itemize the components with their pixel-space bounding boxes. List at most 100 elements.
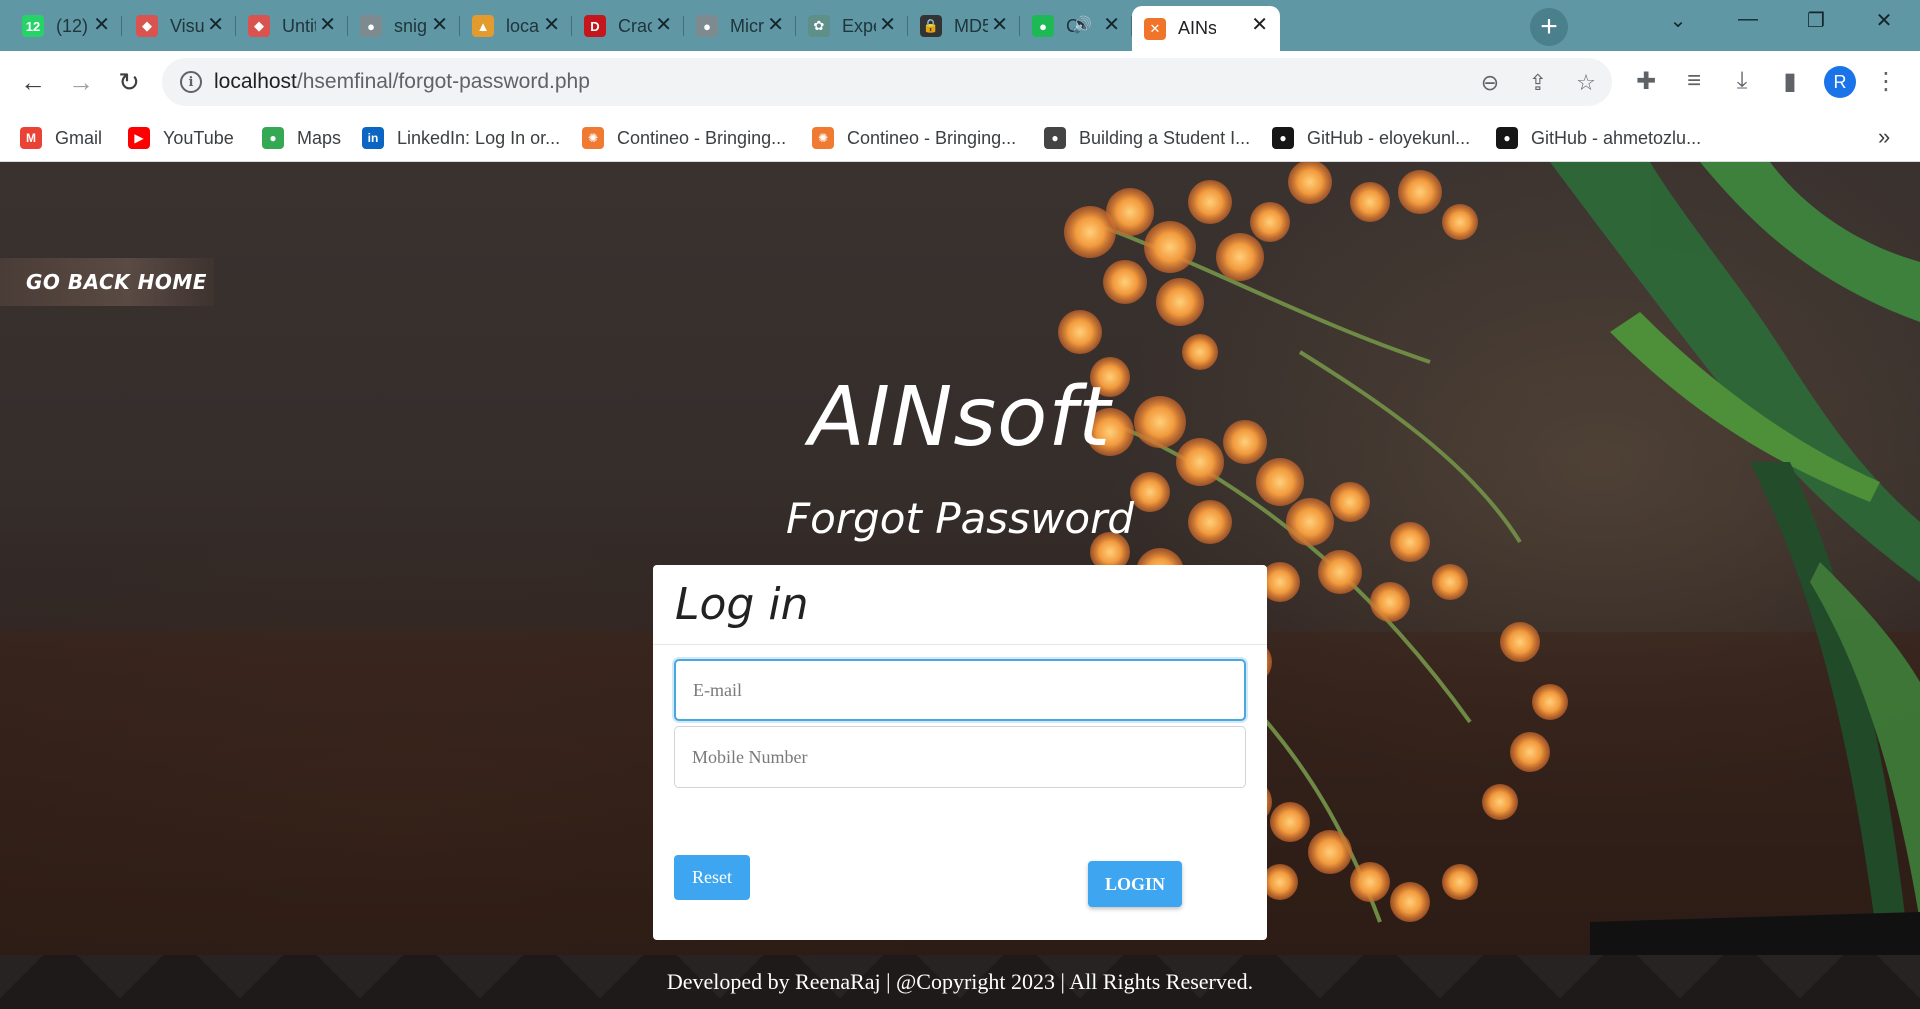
brand-title: AINsoft xyxy=(808,370,1112,465)
profile-avatar[interactable]: R xyxy=(1824,66,1856,98)
browser-tab[interactable]: ● C 🔊 ✕ xyxy=(1020,6,1132,46)
browser-tab[interactable]: ● Micro✕ xyxy=(684,6,796,46)
linkedin-icon: in xyxy=(362,127,384,149)
side-panel-icon[interactable]: ▮ xyxy=(1774,67,1806,96)
contineo-icon: ✺ xyxy=(812,127,834,149)
globe-icon: ● xyxy=(1044,127,1066,149)
bookmark-label: Contineo - Bringing... xyxy=(847,127,1017,148)
close-tab-icon[interactable]: ✕ xyxy=(1103,14,1120,36)
tab-search-icon[interactable]: ⌄ xyxy=(1658,8,1698,33)
address-bar[interactable]: i localhost/hsemfinal/forgot-password.ph… xyxy=(162,58,1612,106)
share-icon[interactable]: ⇪ xyxy=(1524,70,1552,96)
close-tab-icon[interactable]: ✕ xyxy=(1251,14,1268,36)
browser-toolbar: ← → ↻ i localhost/hsemfinal/forgot-passw… xyxy=(0,51,1920,114)
speaker-icon[interactable]: 🔊 xyxy=(1072,15,1092,35)
page-content: GO BACK HOME AINsoft Forgot Password Log… xyxy=(0,162,1920,1009)
browser-tab[interactable]: ◆ Untitl✕ xyxy=(236,6,348,46)
bookmark-label: Maps xyxy=(297,127,342,148)
tab-title: Micro xyxy=(730,15,764,36)
bookmark-item[interactable]: ● GitHub - ahmetozlu... xyxy=(1496,124,1701,152)
browser-tab[interactable]: 12 (12) W✕ xyxy=(10,6,122,46)
bookmark-item[interactable]: M Gmail xyxy=(20,124,102,152)
bookmark-item[interactable]: ● Building a Student I... xyxy=(1044,124,1250,152)
zoom-icon[interactable]: ⊖ xyxy=(1476,70,1504,96)
whatsapp-icon: 12 xyxy=(22,15,44,37)
browser-tab[interactable]: ✿ Exper✕ xyxy=(796,6,908,46)
close-tab-icon[interactable]: ✕ xyxy=(879,14,896,36)
close-tab-icon[interactable]: ✕ xyxy=(93,14,110,36)
close-tab-icon[interactable]: ✕ xyxy=(767,14,784,36)
bookmark-label: GitHub - ahmetozlu... xyxy=(1531,127,1702,148)
globe-icon: ● xyxy=(696,15,718,37)
browser-tab[interactable]: ◆ Visual✕ xyxy=(124,6,236,46)
restore-icon[interactable]: ❐ xyxy=(1796,8,1836,33)
tab-title: Visual xyxy=(170,15,204,36)
browser-tab[interactable]: D Crack✕ xyxy=(572,6,684,46)
minimize-icon[interactable]: — xyxy=(1728,8,1768,31)
login-button[interactable]: LOGIN xyxy=(1088,861,1182,907)
url-text[interactable]: localhost/hsemfinal/forgot-password.php xyxy=(214,70,590,94)
gmail-icon: M xyxy=(20,127,42,149)
bookmark-label: LinkedIn: Log In or... xyxy=(397,127,561,148)
back-arrow-icon[interactable]: ← xyxy=(16,65,50,99)
phpmyadmin-icon: ▲ xyxy=(472,15,494,37)
xampp-icon: ✕ xyxy=(1144,17,1166,40)
diamond-icon: ◆ xyxy=(248,15,270,37)
bookmark-item[interactable]: ✺ Contineo - Bringing... xyxy=(812,124,1016,152)
tab-title: AINsof xyxy=(1178,18,1216,38)
url-host: localhost xyxy=(214,70,297,93)
spotify-icon: ● xyxy=(1032,15,1054,37)
tab-title: MD5 xyxy=(954,15,988,36)
download-icon[interactable]: ⤓ xyxy=(1726,67,1758,95)
d-icon: D xyxy=(584,15,606,37)
tab-title: localh xyxy=(506,15,540,36)
browser-tab[interactable]: ▲ localh✕ xyxy=(460,6,572,46)
bookmark-item[interactable]: ● Maps xyxy=(262,124,341,152)
diamond-icon: ◆ xyxy=(136,15,158,37)
bookmark-label: Contineo - Bringing... xyxy=(617,127,787,148)
bookmark-item[interactable]: ▶ YouTube xyxy=(128,124,234,152)
tab-title: Exper xyxy=(842,15,876,36)
more-bookmarks-icon[interactable]: » xyxy=(1878,124,1890,150)
bookmark-item[interactable]: ● GitHub - eloyekunl... xyxy=(1272,124,1470,152)
bookmark-label: YouTube xyxy=(163,127,234,148)
browser-tab[interactable]: 🔒 MD5 ✕ xyxy=(908,6,1020,46)
mobile-number-field[interactable] xyxy=(674,726,1246,788)
menu-kebab-icon[interactable]: ⋮ xyxy=(1870,67,1902,96)
openai-icon: ✿ xyxy=(808,15,830,37)
forward-arrow-icon[interactable]: → xyxy=(64,65,98,99)
footer-credit: Developed by ReenaRaj | @Copyright 2023 … xyxy=(0,955,1920,1009)
close-tab-icon[interactable]: ✕ xyxy=(991,14,1008,36)
new-tab-button[interactable]: + xyxy=(1530,8,1568,46)
reset-button[interactable]: Reset xyxy=(674,855,750,900)
bookmark-star-icon[interactable]: ☆ xyxy=(1572,70,1600,96)
github-icon: ● xyxy=(1496,127,1518,149)
close-tab-icon[interactable]: ✕ xyxy=(431,14,448,36)
bookmarks-bar: M Gmail ▶ YouTube ● Maps in LinkedIn: Log In or… xyxy=(0,114,1920,162)
contineo-icon: ✺ xyxy=(582,127,604,149)
youtube-icon: ▶ xyxy=(128,127,150,149)
extensions-icon[interactable]: ✚ xyxy=(1630,67,1662,96)
tab-title: Untitl xyxy=(282,15,316,36)
page-subtitle: Forgot Password xyxy=(785,494,1135,543)
go-back-home-link[interactable]: GO BACK HOME xyxy=(0,258,214,306)
close-tab-icon[interactable]: ✕ xyxy=(207,14,224,36)
reload-icon[interactable]: ↻ xyxy=(112,65,146,99)
email-field[interactable] xyxy=(674,659,1246,721)
tab-separator xyxy=(121,16,122,36)
bookmark-item[interactable]: ✺ Contineo - Bringing... xyxy=(582,124,786,152)
close-tab-icon[interactable]: ✕ xyxy=(655,14,672,36)
tab-strip: 12(12) W✕◆Visual✕◆Untitl✕●snig✕▲localh✕D… xyxy=(0,0,1920,51)
close-window-icon[interactable]: ✕ xyxy=(1864,8,1904,33)
browser-tab[interactable]: ✕ AINsof ✕ xyxy=(1132,6,1280,51)
site-info-icon[interactable]: i xyxy=(180,71,202,93)
close-tab-icon[interactable]: ✕ xyxy=(543,14,560,36)
media-control-icon[interactable]: ≡ xyxy=(1678,67,1710,95)
tab-title: snig xyxy=(394,15,428,36)
bookmark-label: GitHub - eloyekunl... xyxy=(1307,127,1471,148)
tab-title: (12) W xyxy=(56,15,90,36)
bookmark-item[interactable]: in LinkedIn: Log In or... xyxy=(362,124,560,152)
browser-tab[interactable]: ● snig ✕ xyxy=(348,6,460,46)
close-tab-icon[interactable]: ✕ xyxy=(319,14,336,36)
globe-icon: ● xyxy=(360,15,382,37)
